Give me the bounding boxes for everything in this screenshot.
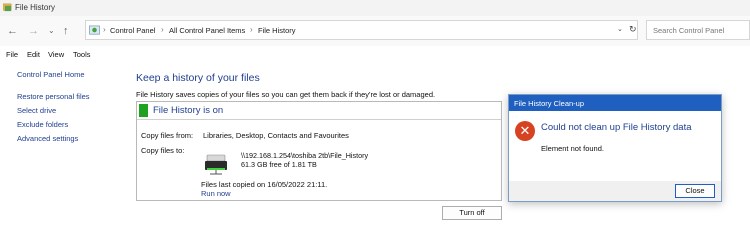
menu-edit[interactable]: Edit [27, 50, 40, 59]
breadcrumb-separator-icon: › [103, 25, 106, 34]
status-text: File History is on [153, 105, 224, 116]
dialog-footer: Close [509, 181, 721, 201]
breadcrumb-control-panel[interactable]: Control Panel [110, 26, 155, 35]
menu-tools[interactable]: Tools [73, 50, 91, 59]
menu-file[interactable]: File [6, 50, 18, 59]
run-now-link[interactable]: Run now [201, 189, 231, 198]
sidebar-item-control-panel-home[interactable]: Control Panel Home [17, 70, 85, 79]
error-dialog: File History Clean-up ✕ Could not clean … [508, 94, 722, 202]
forward-arrow-icon[interactable]: → [28, 25, 39, 37]
error-icon: ✕ [515, 121, 535, 141]
address-bar[interactable]: › Control Panel › All Control Panel Item… [85, 20, 638, 40]
dialog-title: File History Clean-up [514, 99, 585, 108]
breadcrumb-separator-icon: › [250, 25, 253, 34]
search-placeholder: Search Control Panel [653, 26, 725, 35]
breadcrumb-all-items[interactable]: All Control Panel Items [169, 26, 245, 35]
file-history-icon [3, 3, 12, 12]
up-arrow-icon[interactable]: ↑ [63, 25, 69, 37]
copy-from-value: Libraries, Desktop, Contacts and Favouri… [203, 131, 349, 140]
dialog-message: Element not found. [541, 144, 604, 153]
dialog-heading: Could not clean up File History data [541, 122, 692, 133]
sidebar-item-advanced-settings[interactable]: Advanced settings [17, 134, 78, 143]
control-panel-icon [89, 25, 100, 35]
copy-to-label: Copy files to: [141, 146, 185, 155]
drive-space: 61.3 GB free of 1.81 TB [241, 160, 317, 169]
turn-off-button[interactable]: Turn off [442, 206, 502, 220]
menu-view[interactable]: View [48, 50, 64, 59]
title-bar: File History [0, 0, 750, 16]
refresh-icon[interactable]: ↻ [629, 24, 637, 35]
search-input[interactable]: Search Control Panel [646, 20, 750, 40]
status-indicator [139, 104, 148, 117]
breadcrumb-file-history[interactable]: File History [258, 26, 296, 35]
status-header: File History is on [137, 102, 501, 120]
sidebar [0, 62, 128, 241]
dialog-title-bar[interactable]: File History Clean-up [509, 95, 721, 111]
address-dropdown-icon[interactable]: ⌄ [617, 25, 623, 33]
close-button[interactable]: Close [675, 184, 715, 198]
network-drive-icon [205, 154, 227, 175]
file-history-panel: File History is on Copy files from: Libr… [136, 101, 502, 201]
last-copied-text: Files last copied on 16/05/2022 21:11. [201, 180, 328, 189]
sidebar-item-select-drive[interactable]: Select drive [17, 106, 56, 115]
page-title: Keep a history of your files [136, 72, 260, 84]
breadcrumb-separator-icon: › [161, 25, 164, 34]
window-title: File History [15, 3, 56, 12]
recent-dropdown-icon[interactable]: ⌄ [48, 25, 55, 37]
sidebar-item-restore-personal-files[interactable]: Restore personal files [17, 92, 90, 101]
copy-from-label: Copy files from: [141, 131, 194, 140]
page-description: File History saves copies of your files … [136, 90, 436, 99]
drive-path: \\192.168.1.254\toshiba 2tb\File_History [241, 151, 369, 160]
sidebar-item-exclude-folders[interactable]: Exclude folders [17, 120, 68, 129]
back-arrow-icon[interactable]: ← [7, 25, 18, 37]
menu-bar: File Edit View Tools [0, 46, 750, 62]
